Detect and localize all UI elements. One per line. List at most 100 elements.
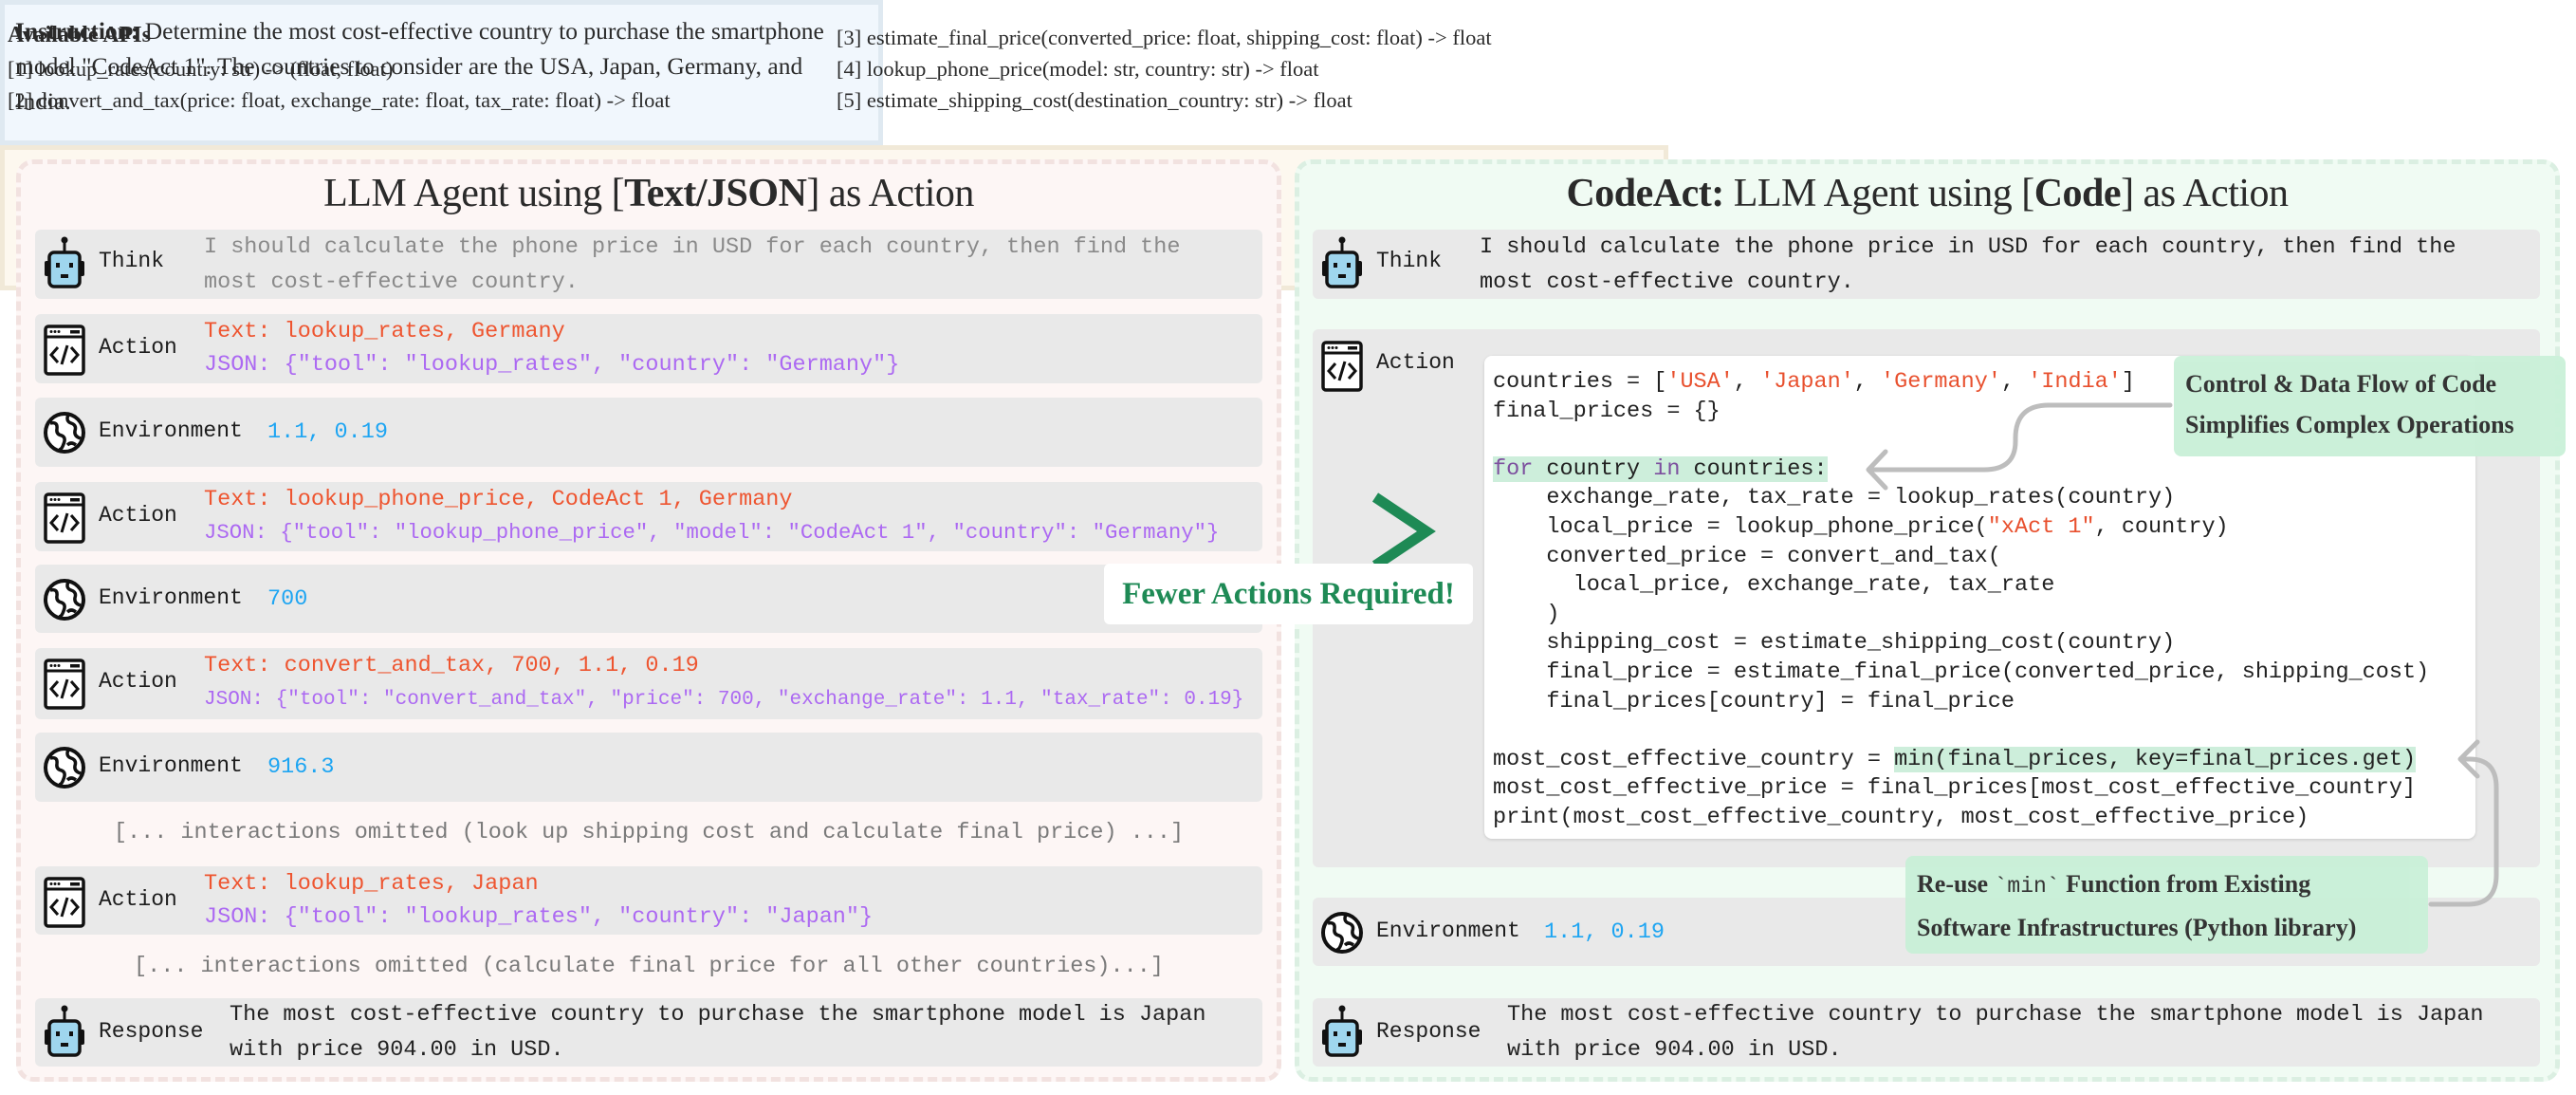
callout-line: Re-use `min` Function from Existing <box>1917 863 2417 907</box>
code-line: exchange_rate, tax_rate = lookup_rates(c… <box>1493 484 2429 513</box>
action-text: Text: convert_and_tax, 700, 1.1, 0.19 <box>204 653 699 678</box>
row-label: Environment <box>99 418 243 443</box>
api-item: [2] convert_and_tax(price: float, exchan… <box>8 88 671 112</box>
code-token: most_cost_effective_price = final_prices… <box>1493 775 2417 802</box>
action-json: JSON: {"tool": "lookup_rates", "country"… <box>204 352 900 378</box>
code-line: local_price, exchange_rate, tax_rate <box>1493 571 2429 601</box>
title-part: CodeAct: <box>1566 172 1724 215</box>
code-token: for <box>1493 455 1534 482</box>
think-row: Think I should calculate the phone price… <box>1313 230 2540 299</box>
robot-icon <box>1320 235 1364 292</box>
row-label: Action <box>99 887 177 912</box>
action-json: JSON: {"tool": "lookup_rates", "country"… <box>204 904 874 930</box>
code-window-icon <box>43 873 86 930</box>
code-line: most_cost_effective_country = min(final_… <box>1493 746 2429 775</box>
globe-icon <box>1320 902 1364 959</box>
row-label: Think <box>99 249 165 273</box>
code-token: , country) <box>2094 513 2229 540</box>
code-line: converted_price = convert_and_tax( <box>1493 543 2429 572</box>
environment-value: 916.3 <box>267 754 335 780</box>
row-label: Action <box>99 669 177 694</box>
globe-icon <box>43 737 86 794</box>
globe-icon <box>43 402 86 459</box>
action-json: JSON: {"tool": "convert_and_tax", "price… <box>204 689 1244 711</box>
action-row: Action Text: convert_and_tax, 700, 1.1, … <box>35 648 1262 719</box>
code-token: 'India' <box>2028 369 2122 395</box>
code-line: for country in countries: <box>1493 455 2429 485</box>
code-token: final_prices[country] = final_price <box>1493 688 2015 715</box>
code-token: shipping_cost = estimate_shipping_cost(c… <box>1493 630 2176 657</box>
code-token: , <box>1733 369 1761 395</box>
robot-icon <box>1320 1004 1364 1061</box>
code-line: final_prices[country] = final_price <box>1493 688 2429 717</box>
api-item: [4] lookup_phone_price(model: str, count… <box>837 57 1319 81</box>
code-line: most_cost_effective_price = final_prices… <box>1493 774 2429 804</box>
control-flow-callout: Control & Data Flow of Code Simplifies C… <box>2174 356 2566 456</box>
code-token: print(most_cost_effective_country, most_… <box>1493 804 2309 830</box>
api-item: [1] lookup_rates(country: str) -> (float… <box>8 57 394 81</box>
callout-line: Software Infrastructures (Python library… <box>1917 914 2357 941</box>
code-token: , <box>1853 369 1882 395</box>
code-token: , <box>2000 369 2029 395</box>
action-json: JSON: {"tool": "lookup_phone_price", "mo… <box>204 520 1220 545</box>
row-label: Response <box>1376 1019 1481 1044</box>
robot-icon <box>43 235 86 292</box>
callout-code: `min` <box>1994 874 2060 899</box>
title-part: ] as Action <box>2121 172 2289 215</box>
response-row: Response The most cost-effective country… <box>35 998 1262 1067</box>
callout-line: Simplifies Complex Operations <box>2185 411 2514 438</box>
code-token: converted_price = convert_and_tax( <box>1493 543 2001 569</box>
code-line: print(most_cost_effective_country, most_… <box>1493 804 2429 833</box>
environment-value: 1.1, 0.19 <box>267 419 388 445</box>
code-token: in <box>1653 455 1681 482</box>
code-token: final_prices = {} <box>1493 398 1720 424</box>
code-token: 'USA' <box>1666 369 1734 395</box>
omitted-interactions-note: [... interactions omitted (calculate fin… <box>134 954 1164 979</box>
reuse-min-callout: Re-use `min` Function from Existing Soft… <box>1905 856 2428 954</box>
code-token: most_cost_effective_country = <box>1493 746 1895 772</box>
environment-row: Environment 1.1, 0.19 <box>35 398 1262 467</box>
fewer-actions-label: Fewer Actions Required! <box>1104 564 1473 624</box>
think-text: I should calculate the phone price in US… <box>204 234 1181 295</box>
action-text: Text: lookup_rates, Japan <box>204 871 539 897</box>
row-label: Action <box>1376 350 1455 375</box>
action-text: Text: lookup_phone_price, CodeAct 1, Ger… <box>204 487 793 512</box>
apis-title: Available APIs <box>8 23 151 47</box>
title-part: LLM Agent using [ <box>323 172 625 215</box>
title-part: Code <box>2033 172 2122 215</box>
environment-value: 1.1, 0.19 <box>1544 919 1665 945</box>
callout-text: Function from Existing <box>2059 870 2311 898</box>
response-row: Response The most cost-effective country… <box>1313 998 2540 1067</box>
code-token: min(final_prices, key=final_prices.get) <box>1894 746 2417 772</box>
action-row: Action Text: lookup_rates, Japan JSON: {… <box>35 866 1262 935</box>
code-token: local_price = lookup_phone_price( <box>1493 513 1988 540</box>
code-token: 'Japan' <box>1760 369 1854 395</box>
omitted-interactions-note: [... interactions omitted (look up shipp… <box>113 820 1185 845</box>
environment-value: 700 <box>267 586 308 612</box>
response-text: The most cost-effective country to purch… <box>230 1002 1206 1063</box>
row-label: Environment <box>99 753 243 778</box>
code-token: local_price, exchange_rate, tax_rate <box>1493 572 2055 599</box>
row-label: Environment <box>1376 919 1520 943</box>
row-label: Environment <box>99 585 243 610</box>
api-item: [5] estimate_shipping_cost(destination_c… <box>837 88 1352 112</box>
right-panel-title: CodeAct: LLM Agent using [Code] as Actio… <box>1566 171 2289 216</box>
title-part: Text/JSON <box>624 172 807 215</box>
row-label: Action <box>99 335 177 360</box>
action-row: Action Text: lookup_phone_price, CodeAct… <box>35 482 1262 551</box>
greater-than-icon <box>1371 492 1436 570</box>
code-token: ] <box>2121 369 2135 395</box>
code-window-icon <box>43 321 86 378</box>
code-token: countries: <box>1680 455 1828 482</box>
callout-text: Re-use <box>1917 870 1995 898</box>
response-text: The most cost-effective country to purch… <box>1507 1002 2484 1063</box>
api-item: [3] estimate_final_price(converted_price… <box>837 26 1492 49</box>
left-panel-title: LLM Agent using [Text/JSON] as Action <box>323 171 974 216</box>
code-window-icon <box>43 489 86 546</box>
row-label: Response <box>99 1019 204 1044</box>
code-line: ) <box>1493 601 2429 630</box>
action-row: Action Text: lookup_rates, Germany JSON:… <box>35 314 1262 383</box>
code-token: final_price = estimate_final_price(conve… <box>1493 659 2430 685</box>
row-label: Think <box>1376 249 1443 273</box>
